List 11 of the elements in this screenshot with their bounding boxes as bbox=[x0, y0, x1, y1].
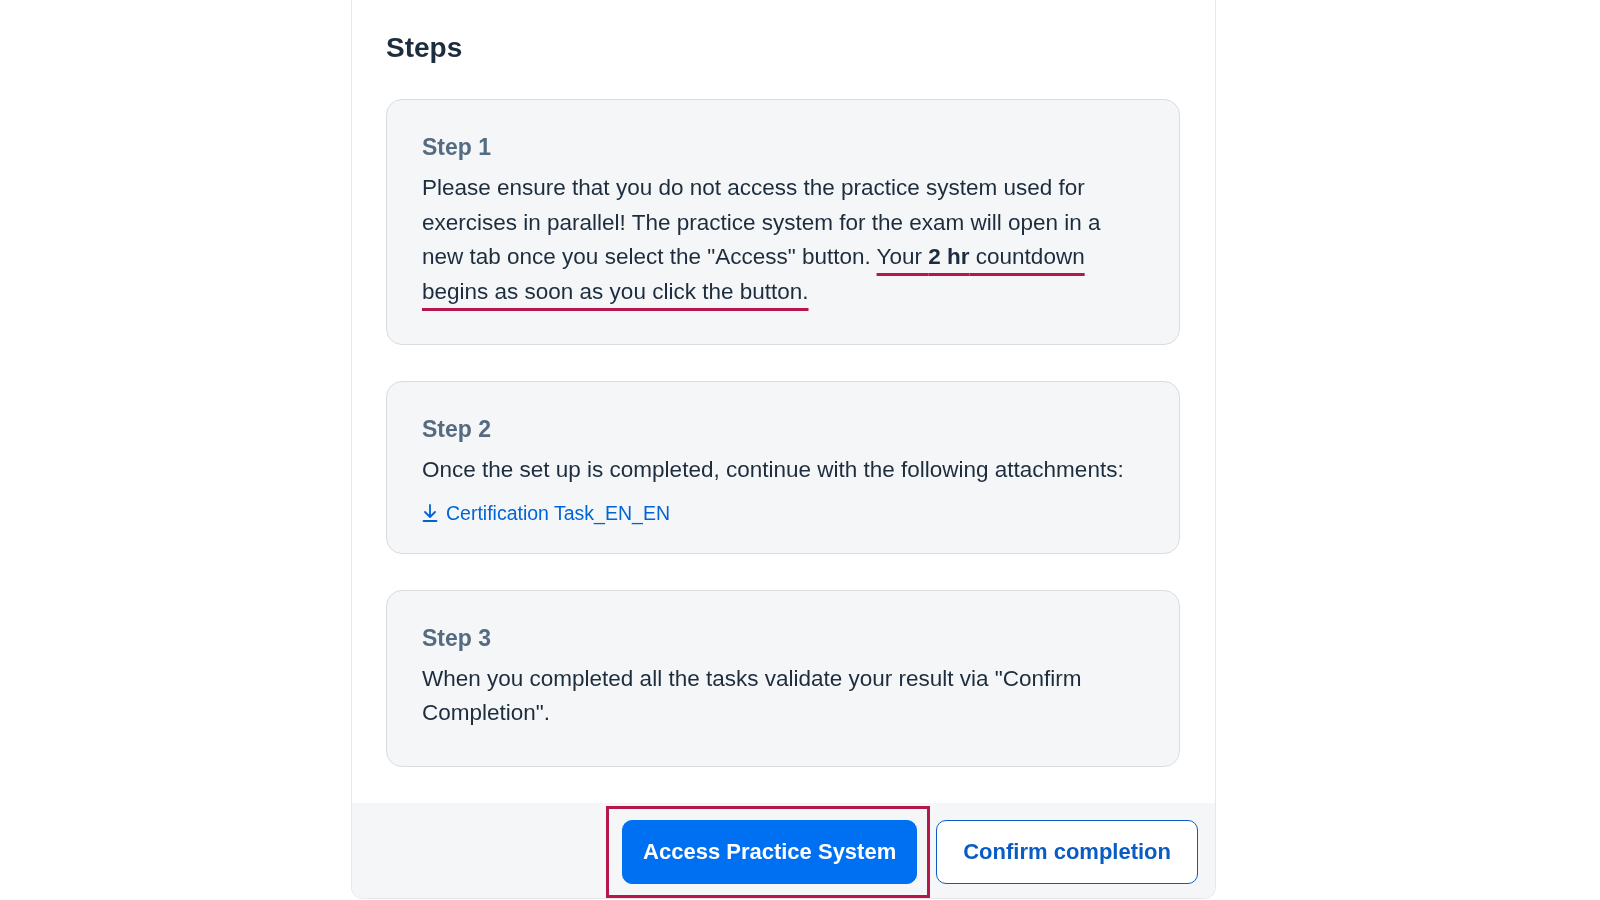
step-title: Step 3 bbox=[422, 623, 493, 652]
section-heading: Steps bbox=[385, 31, 464, 65]
step-text: Please ensure that you do not access the practice system used for exercises in parallel! The practice system for the exam will open in a new tab once you select the "Access" button. Your 2 hr countdown begins as soon as you click the button. bbox=[422, 174, 1102, 306]
step-text: Once the set up is completed, continue with the following attachments: bbox=[422, 456, 1125, 484]
attachment-link[interactable]: Certification Task_EN_EN bbox=[422, 500, 670, 525]
outline-button[interactable]: Confirm completion bbox=[936, 819, 1198, 884]
download-icon bbox=[422, 503, 438, 522]
primary-button[interactable]: Access Practice System bbox=[622, 819, 918, 884]
step-title: Step 1 bbox=[422, 133, 493, 161]
step-title: Step 2 bbox=[422, 415, 493, 443]
step-text: When you completed all the tasks validate your result via "Confirm Completion". bbox=[422, 664, 1083, 727]
